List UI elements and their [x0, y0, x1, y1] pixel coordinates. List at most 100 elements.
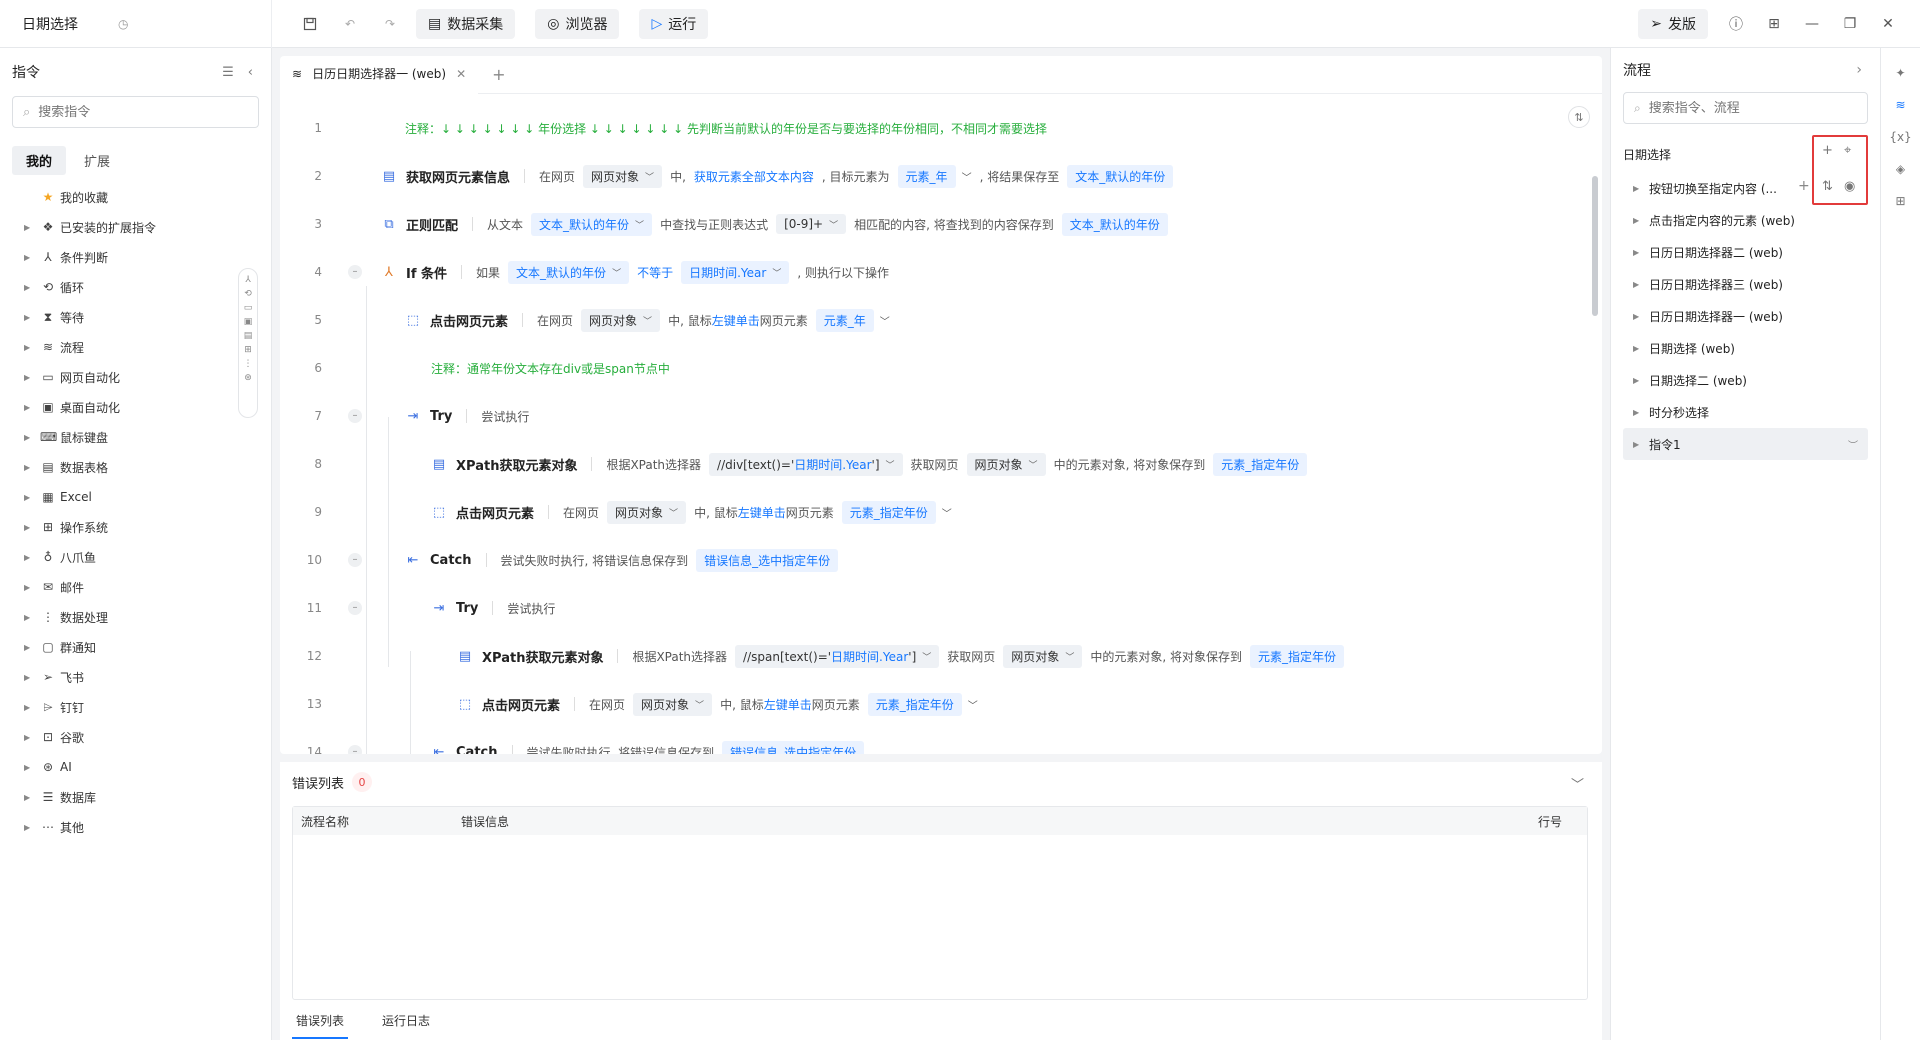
code-line[interactable]: 11 – ⇥ Try 尝试执行 [280, 584, 1590, 632]
variable-pill[interactable]: 元素_指定年份 [867, 692, 962, 716]
add-flow-icon[interactable]: + [1822, 143, 1833, 158]
undo-icon[interactable]: ↶ [336, 10, 364, 38]
cmd-data-processing[interactable]: ▶ ⋮ 数据处理 [0, 602, 240, 632]
variable-pill[interactable]: 元素_年 [897, 164, 956, 188]
flow-item-selected[interactable]: ▶ 指令1 ︶ [1623, 428, 1868, 460]
cmd-os[interactable]: ▶ ⊞ 操作系统 [0, 512, 240, 542]
fold-toggle[interactable]: – [348, 745, 362, 754]
cmd-group-notify[interactable]: ▶ ▢ 群通知 [0, 632, 240, 662]
cmd-mail[interactable]: ▶ ✉ 邮件 [0, 572, 240, 602]
data-collect-button[interactable]: ▤ 数据采集 [416, 8, 516, 39]
minimize-icon[interactable]: — [1802, 16, 1822, 32]
cmd-excel[interactable]: ▶ ▦ Excel [0, 482, 240, 512]
editor-scrollbar[interactable] [1592, 176, 1598, 316]
code-line[interactable]: 4 – ⅄ If 条件 如果 文本_默认的年份 ﹀ 不等于 日期时间.Year ﹀ … [280, 248, 1590, 296]
code-line[interactable]: 13 ⬚ 点击网页元素 在网页 网页对象 ﹀ 中, 鼠标 左键单击 网页元素 元素_指… [280, 680, 1590, 728]
tab-error-list[interactable]: 错误列表 [292, 1006, 349, 1039]
components-icon[interactable]: ⊞ [1895, 194, 1905, 208]
fold-toggle[interactable]: – [348, 409, 362, 423]
flow-item[interactable]: ▶ 日历日期选择器一 (web) [1623, 300, 1868, 332]
code-line[interactable]: 12 ▤ XPath获取元素对象 根据XPath选择器 //span[text(… [280, 632, 1590, 680]
tab-calendar-picker-one[interactable]: ≋ 日历日期选择器一 (web) ✕ [280, 56, 479, 94]
variable-icon[interactable]: {x} [1889, 130, 1911, 144]
param-pill[interactable]: 网页对象 ﹀ [1003, 644, 1083, 668]
operator-link[interactable]: 不等于 [637, 264, 673, 281]
eye-icon[interactable]: ◉ [1844, 179, 1855, 194]
cmd-feishu[interactable]: ▶ ➢ 飞书 [0, 662, 240, 692]
cmd-flow[interactable]: ▶ ≋ 流程 [0, 332, 240, 362]
chevron-down-icon[interactable]: ﹀ [880, 313, 890, 328]
cmd-installed-extensions[interactable]: ▶ ❖ 已安装的扩展指令 [0, 212, 240, 242]
apps-grid-icon[interactable]: ⊞ [1764, 16, 1784, 32]
table-icon[interactable]: ▤ [244, 331, 253, 341]
loop-icon[interactable]: ⟲ [244, 289, 252, 299]
variable-pill[interactable]: 文本_默认的年份 ﹀ [508, 260, 630, 284]
cmd-dingtalk[interactable]: ▶ ⌲ 钉钉 [0, 692, 240, 722]
cmd-other[interactable]: ▶ ⋯ 其他 [0, 812, 240, 842]
close-tab-icon[interactable]: ✕ [456, 67, 466, 81]
cmd-desktop-automation[interactable]: ▶ ▣ 桌面自动化 [0, 392, 240, 422]
variable-pill[interactable]: 错误信息_选中指定年份 [696, 548, 839, 572]
param-pill[interactable]: //div[text()='日期时间.Year'] ﹀ [709, 452, 903, 476]
locate-icon[interactable]: ⌖ [1844, 143, 1851, 158]
sort-icon[interactable]: ☰ [222, 65, 234, 80]
flow-search-input[interactable] [1648, 100, 1849, 116]
collapse-left-icon[interactable]: ‹ [248, 65, 253, 80]
param-pill[interactable]: [0-9]+ ﹀ [776, 214, 847, 234]
cmd-database[interactable]: ▶ ☰ 数据库 [0, 782, 240, 812]
cmd-google[interactable]: ▶ ⊡ 谷歌 [0, 722, 240, 752]
cmd-condition[interactable]: ▶ ⅄ 条件判断 [0, 242, 240, 272]
flow-item[interactable]: ▶ 日历日期选择器三 (web) [1623, 268, 1868, 300]
chevron-down-icon[interactable]: ﹀ [962, 169, 972, 184]
variable-pill[interactable]: 文本_默认的年份 ﹀ [531, 212, 653, 236]
help-icon[interactable]: ⓘ [1726, 14, 1746, 34]
variable-pill[interactable]: 错误信息_选中指定年份 [722, 740, 865, 754]
close-icon[interactable]: ✕ [1878, 16, 1898, 32]
code-line[interactable]: 2 ▤ 获取网页元素信息 在网页 网页对象 ﹀ 中, 获取元素全部文本内容 , 目… [280, 152, 1590, 200]
param-pill[interactable]: 网页对象 ﹀ [583, 164, 663, 188]
fold-toggle[interactable]: – [348, 553, 362, 567]
code-line[interactable]: 1 注释：↓ ↓ ↓ ↓ ↓ ↓ ↓ 年份选择 ↓ ↓ ↓ ↓ ↓ ↓ ↓ 先判… [280, 104, 1590, 152]
cmd-loop[interactable]: ▶ ⟲ 循环 [0, 272, 240, 302]
code-line[interactable]: 8 ▤ XPath获取元素对象 根据XPath选择器 //div[text()=… [280, 440, 1590, 488]
flow-item[interactable]: ▶ 日期选择 (web) [1623, 332, 1868, 364]
param-link[interactable]: 获取元素全部文本内容 [694, 168, 814, 185]
variable-pill[interactable]: 元素_指定年份 [1249, 644, 1344, 668]
param-link[interactable]: 左键单击 [712, 312, 760, 329]
redo-icon[interactable]: ↷ [376, 10, 404, 38]
flow-item[interactable]: ▶ 时分秒选择 [1623, 396, 1868, 428]
browser-button[interactable]: ◎ 浏览器 [535, 8, 620, 39]
code-line[interactable]: 6 注释：通常年份文本存在div或是span节点中 [280, 344, 1590, 392]
data-icon[interactable]: ⋮ [244, 359, 253, 369]
code-line[interactable]: 3 ⧉ 正则匹配 从文本 文本_默认的年份 ﹀ 中查找与正则表达式 [0-9]+ ﹀… [280, 200, 1590, 248]
publish-button[interactable]: ➢ 发版 [1638, 9, 1708, 39]
flow-icon[interactable]: ≋ [1895, 98, 1905, 112]
ai-icon[interactable]: ⊛ [244, 373, 252, 383]
branch-icon[interactable]: ⅄ [245, 275, 251, 285]
tab-extensions[interactable]: 扩展 [70, 146, 124, 175]
cmd-data-table[interactable]: ▶ ▤ 数据表格 [0, 452, 240, 482]
cmd-ai[interactable]: ▶ ⊛ AI [0, 752, 240, 782]
flow-item[interactable]: ▶ 日历日期选择器二 (web) [1623, 236, 1868, 268]
cmd-favorites[interactable]: ★ 我的收藏 [0, 182, 240, 212]
adjust-icon[interactable]: ⇅ [1822, 179, 1833, 194]
param-pill[interactable]: 网页对象 ﹀ [633, 692, 713, 716]
variable-pill[interactable]: 元素_年 [815, 308, 874, 332]
variable-pill[interactable]: 文本_默认的年份 [1067, 164, 1174, 188]
run-button[interactable]: ▷ 运行 [639, 8, 709, 39]
code-line[interactable]: 9 ⬚ 点击网页元素 在网页 网页对象 ﹀ 中, 鼠标 左键单击 网页元素 元素_指定… [280, 488, 1590, 536]
cmd-octopus[interactable]: ▶ ♁ 八爪鱼 [0, 542, 240, 572]
tab-run-log[interactable]: 运行日志 [378, 1006, 434, 1039]
param-pill[interactable]: 网页对象 ﹀ [581, 308, 661, 332]
param-pill[interactable]: //span[text()='日期时间.Year'] ﹀ [735, 644, 940, 668]
cmd-web-automation[interactable]: ▶ ▭ 网页自动化 [0, 362, 240, 392]
param-pill[interactable]: 网页对象 ﹀ [607, 500, 687, 524]
grid-icon[interactable]: ⊞ [244, 345, 252, 355]
code-line[interactable]: 5 ⬚ 点击网页元素 在网页 网页对象 ﹀ 中, 鼠标 左键单击 网页元素 元素_年 … [280, 296, 1590, 344]
flow-item[interactable]: ▶ 点击指定内容的元素 (web) [1623, 204, 1868, 236]
chevron-down-icon[interactable]: ﹀ [1571, 774, 1584, 793]
variable-pill[interactable]: 文本_默认的年份 [1061, 212, 1168, 236]
param-pill[interactable]: 网页对象 ﹀ [966, 452, 1046, 476]
layers-icon[interactable]: ◈ [1896, 162, 1905, 176]
chevron-down-icon[interactable]: ﹀ [942, 505, 952, 520]
